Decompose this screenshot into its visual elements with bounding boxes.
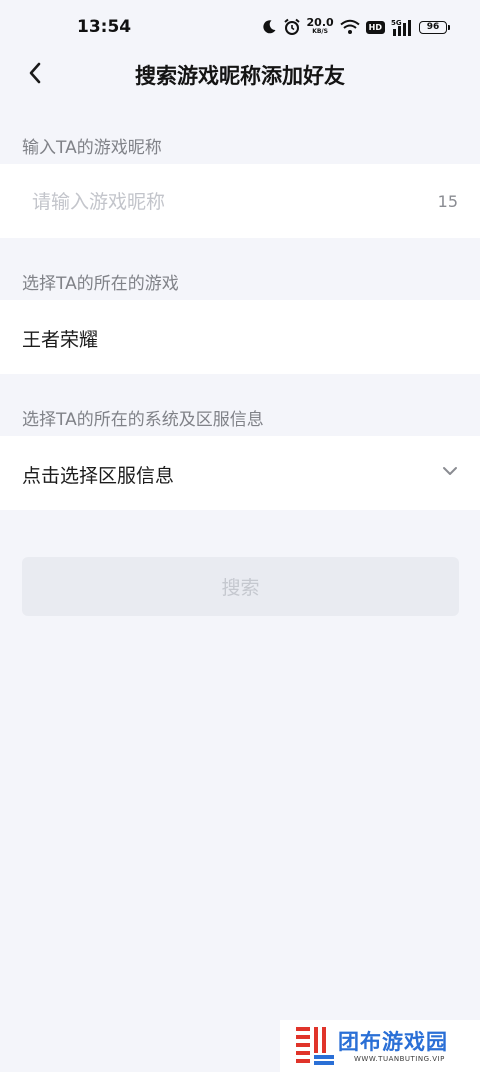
server-select[interactable]: 点击选择区服信息 (0, 436, 480, 510)
game-value: 王者荣耀 (22, 329, 99, 351)
network-speed: 20.0 KB/S (306, 16, 334, 36)
page-title: 搜索游戏昵称添加好友 (135, 64, 345, 88)
status-time: 13:54 (77, 17, 132, 37)
server-label: 选择TA的所在的系统及区服信息 (22, 410, 264, 430)
char-limit-counter: 15 (437, 192, 458, 211)
wifi-icon (340, 19, 360, 34)
server-value: 点击选择区服信息 (22, 465, 175, 487)
watermark-name: 团布游戏园 (338, 1030, 448, 1054)
nickname-input[interactable] (32, 187, 412, 217)
header: 搜索游戏昵称添加好友 (0, 50, 480, 96)
alarm-icon (283, 18, 300, 35)
battery-level: 96 (419, 20, 447, 34)
signal-label: 5G (391, 19, 402, 27)
moon-icon (262, 20, 276, 34)
status-bar: 13:54 20.0 KB/S HD 5G 96 (0, 0, 480, 56)
signal-icon: 5G (391, 19, 411, 36)
nickname-card: 15 (0, 164, 480, 238)
hd-icon: HD (365, 20, 385, 34)
battery-icon: 96 (419, 20, 450, 34)
game-select[interactable]: 王者荣耀 (0, 300, 480, 374)
watermark: 团布游戏园 WWW.TUANBUTING.VIP (280, 1020, 480, 1072)
game-label: 选择TA的所在的游戏 (22, 274, 179, 294)
search-button[interactable]: 搜索 (22, 557, 459, 616)
nickname-label: 输入TA的游戏昵称 (22, 138, 162, 158)
chevron-down-icon (443, 467, 457, 475)
watermark-logo-icon (296, 1027, 334, 1065)
watermark-url: WWW.TUANBUTING.VIP (354, 1055, 445, 1063)
status-icons: 20.0 KB/S HD 5G 96 (261, 14, 450, 40)
network-speed-unit: KB/S (312, 28, 328, 35)
network-speed-value: 20.0 (306, 16, 334, 29)
